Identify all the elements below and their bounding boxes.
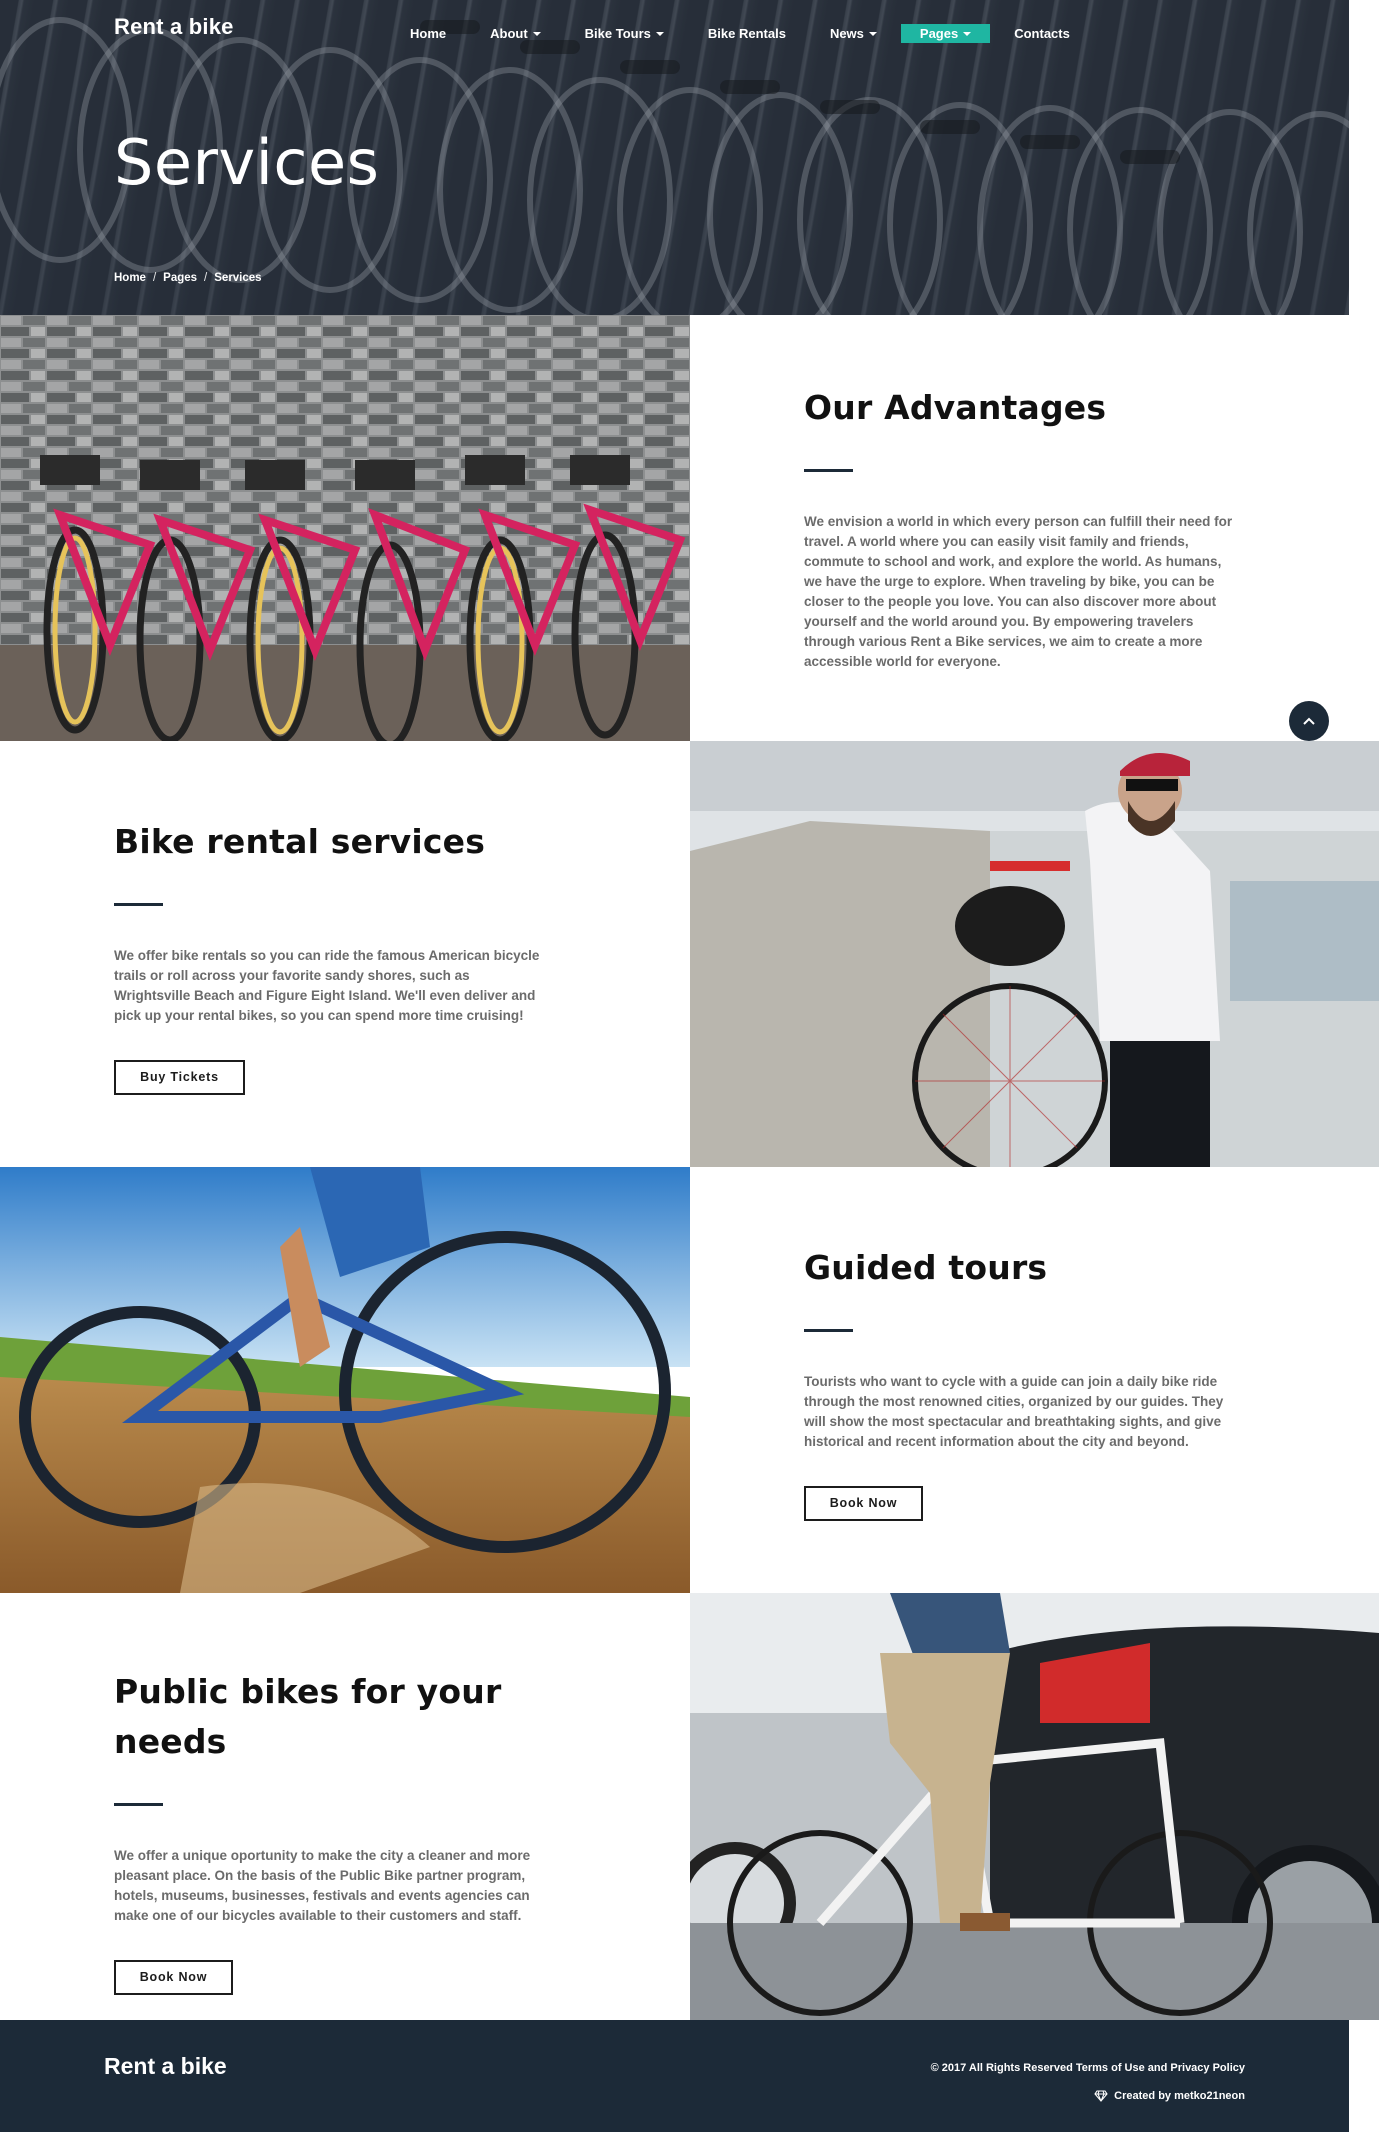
- cyclist-dirt-road-image: [0, 1167, 690, 1593]
- diamond-icon: [1094, 2090, 1108, 2102]
- pink-bikes-illustration: [0, 315, 690, 741]
- section-title-line: Public bikes for your: [114, 1672, 502, 1711]
- buy-tickets-button[interactable]: Buy Tickets: [114, 1060, 245, 1095]
- nav-item-label: About: [490, 26, 528, 41]
- footer-logo[interactable]: Rent a bike: [104, 2053, 227, 2080]
- page-title: Services: [114, 126, 380, 199]
- section-title: Our Advantages: [804, 388, 1107, 427]
- nav-item-pages[interactable]: Pages: [900, 24, 991, 43]
- book-now-button[interactable]: Book Now: [804, 1486, 923, 1521]
- page-hero: Rent a bike Home About Bike Tours Bike R…: [0, 0, 1349, 315]
- nav-item-bike-rentals[interactable]: Bike Rentals: [708, 26, 786, 41]
- breadcrumb-separator: /: [152, 272, 157, 284]
- section-text: We envision a world in which every perso…: [804, 514, 1233, 669]
- chevron-up-icon: [1303, 717, 1315, 725]
- pink-bikes-image: [0, 315, 690, 741]
- caret-down-icon: [963, 31, 972, 36]
- main-nav: Home About Bike Tours Bike Rentals News …: [410, 24, 1114, 43]
- site-footer: Rent a bike © 2017 All Rights Reserved T…: [0, 2020, 1349, 2132]
- nav-item-home[interactable]: Home: [410, 26, 446, 41]
- scroll-to-top-button[interactable]: [1289, 701, 1329, 741]
- breadcrumb-home-link[interactable]: Home: [114, 272, 146, 284]
- book-now-button[interactable]: Book Now: [114, 1960, 233, 1995]
- breadcrumb-pages-link[interactable]: Pages: [163, 272, 197, 284]
- man-with-bike-illustration: [690, 741, 1379, 1167]
- rental-section: Bike rental services We offer bike renta…: [114, 817, 544, 1095]
- public-bikes-section: Public bikes for your needs We offer a u…: [114, 1667, 544, 1995]
- city-cyclist-image: [690, 1593, 1379, 2020]
- section-divider: [804, 469, 853, 472]
- city-cyclist-illustration: [690, 1593, 1379, 2020]
- breadcrumb-separator: /: [204, 272, 208, 284]
- nav-item-label: Bike Tours: [584, 26, 651, 41]
- site-logo[interactable]: Rent a bike: [114, 14, 234, 40]
- section-title-line: needs: [114, 1722, 227, 1761]
- breadcrumb-current: Services: [214, 272, 262, 284]
- section-title: Public bikes for your needs: [114, 1667, 544, 1767]
- caret-down-icon: [532, 31, 541, 36]
- section-text: We offer bike rentals so you can ride th…: [114, 948, 540, 1023]
- section-title: Bike rental services: [114, 822, 486, 861]
- nav-item-label: Contacts: [1014, 26, 1070, 41]
- nav-item-label: Pages: [919, 26, 959, 41]
- nav-item-about[interactable]: About: [490, 26, 541, 41]
- section-divider: [804, 1329, 853, 1332]
- tours-section: Guided tours Tourists who want to cycle …: [804, 1243, 1234, 1521]
- footer-credit: Created by metko21neon: [1094, 2090, 1245, 2102]
- footer-credit-label[interactable]: Created by metko21neon: [1114, 2090, 1245, 2102]
- caret-down-icon: [655, 31, 664, 36]
- nav-item-bike-tours[interactable]: Bike Tours: [585, 26, 664, 41]
- nav-item-news[interactable]: News: [830, 26, 877, 41]
- advantages-section: Our Advantages We envision a world in wh…: [804, 383, 1234, 672]
- section-text: Tourists who want to cycle with a guide …: [804, 1374, 1224, 1449]
- nav-item-contacts[interactable]: Contacts: [1014, 26, 1070, 41]
- section-title: Guided tours: [804, 1248, 1048, 1287]
- breadcrumb: Home / Pages / Services: [114, 272, 262, 284]
- footer-copyright: © 2017 All Rights Reserved Terms of Use …: [930, 2062, 1245, 2074]
- nav-item-label: Bike Rentals: [707, 26, 786, 41]
- man-with-bike-image: [690, 741, 1379, 1167]
- nav-item-label: Home: [410, 26, 447, 41]
- caret-down-icon: [868, 31, 877, 36]
- nav-item-label: News: [829, 26, 864, 41]
- cyclist-dirt-road-illustration: [0, 1167, 690, 1593]
- section-divider: [114, 1803, 163, 1806]
- section-divider: [114, 903, 163, 906]
- section-text: We offer a unique oportunity to make the…: [114, 1848, 531, 1923]
